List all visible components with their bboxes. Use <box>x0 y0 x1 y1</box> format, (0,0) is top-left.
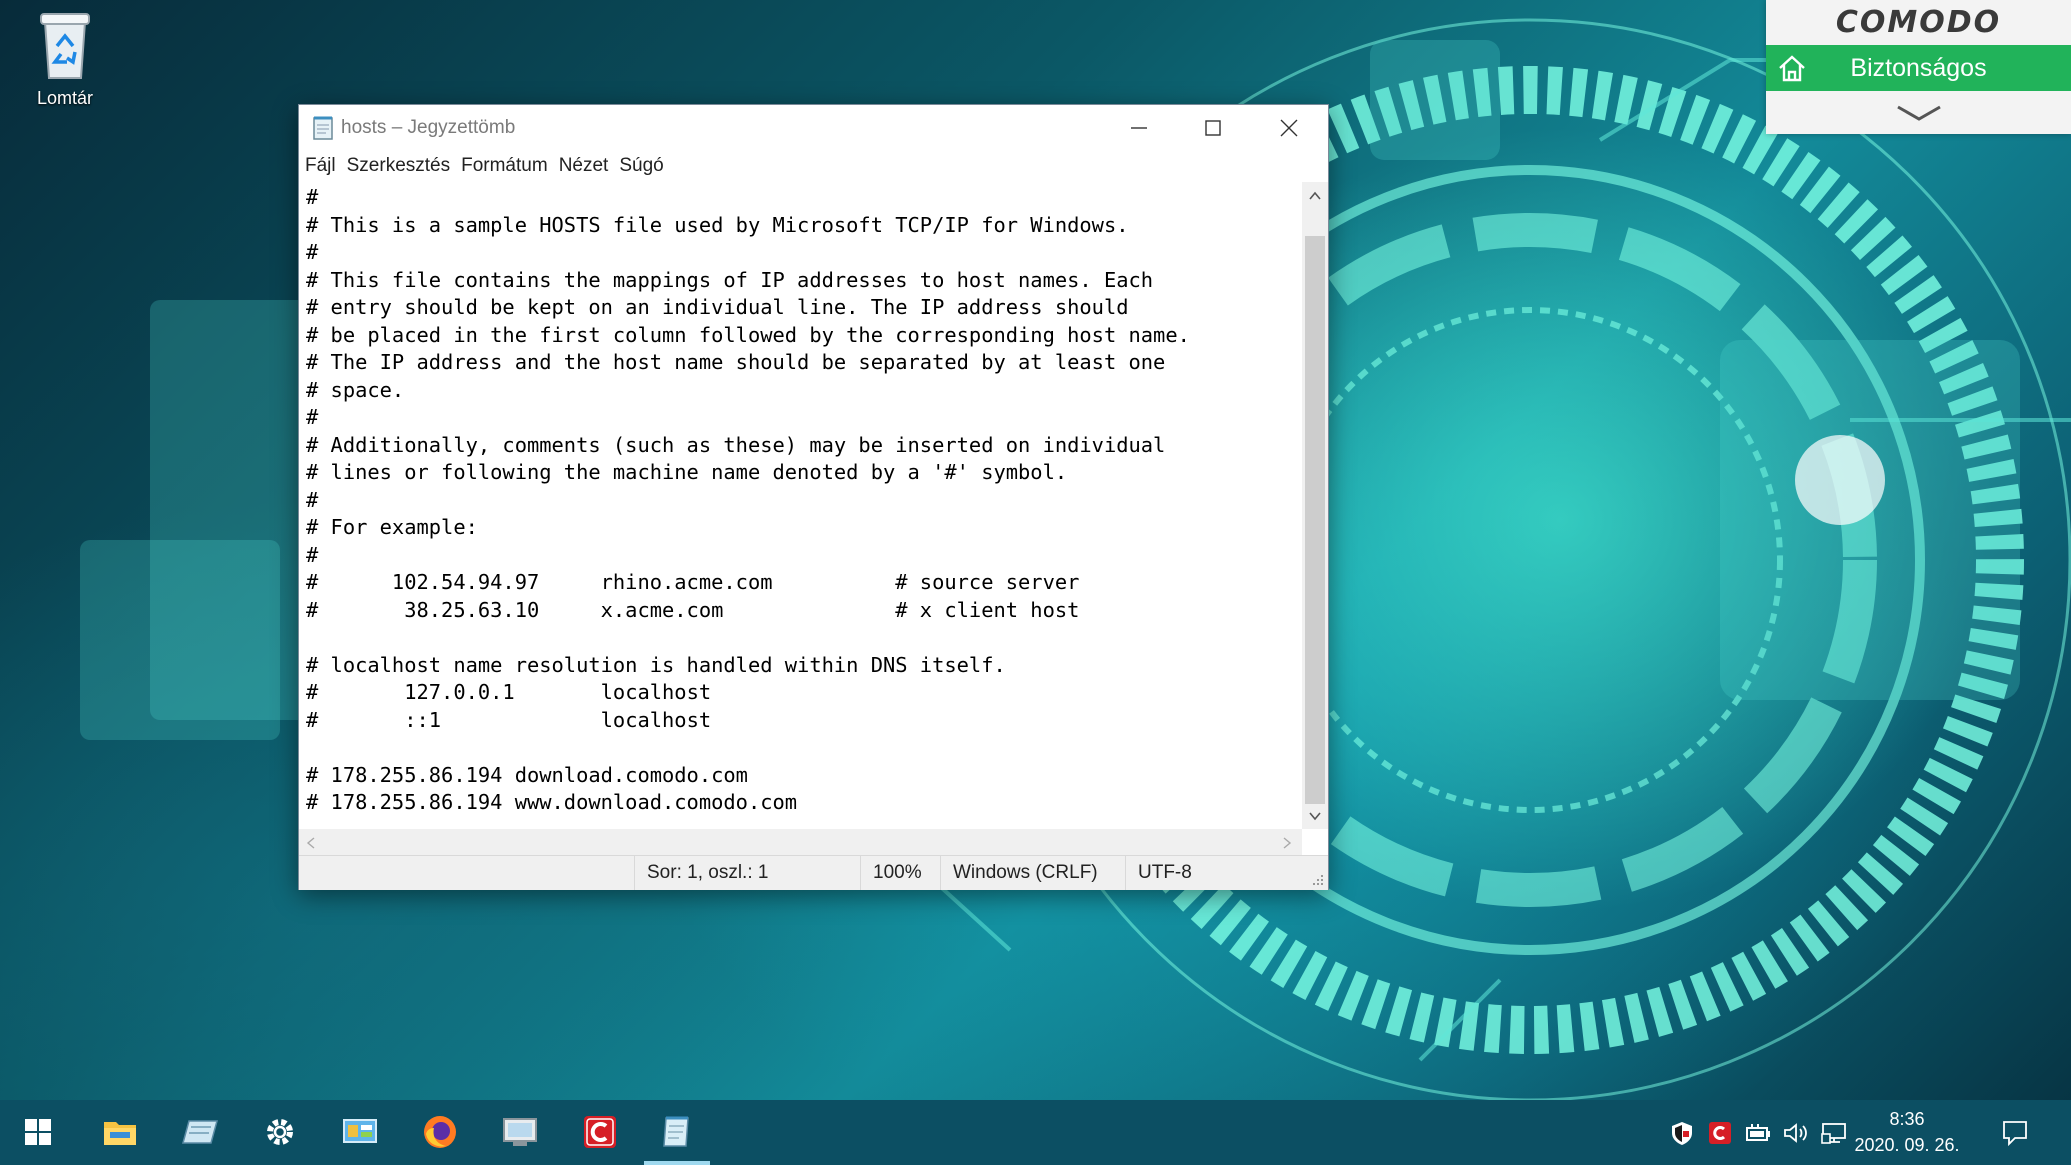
taskbar-file-explorer[interactable] <box>98 1110 142 1154</box>
menu-edit[interactable]: Szerkesztés <box>347 155 450 177</box>
window-title: hosts – Jegyzettömb <box>341 117 516 138</box>
menu-view[interactable]: Nézet <box>559 155 609 177</box>
network-icon <box>1821 1123 1846 1144</box>
comodo-widget[interactable]: COMODO Biztonságos <box>1766 0 2071 134</box>
taskbar-comodo[interactable] <box>578 1110 622 1154</box>
clock-date: 2020. 09. 26. <box>1854 1135 1960 1155</box>
taskbar-notepad-active[interactable] <box>654 1110 698 1154</box>
comodo-tray-icon <box>1709 1122 1731 1144</box>
tray-comodo[interactable] <box>1706 1120 1734 1146</box>
settings-icon <box>267 1119 293 1145</box>
horizontal-scrollbar[interactable] <box>299 829 1302 855</box>
minimize-button[interactable] <box>1102 105 1176 151</box>
notepad-app-icon <box>182 1120 218 1144</box>
firefox-icon <box>424 1116 456 1148</box>
zoom-level: 100% <box>860 856 922 890</box>
volume-icon <box>1784 1123 1807 1143</box>
tray-battery[interactable] <box>1744 1120 1772 1146</box>
security-shield-icon <box>1672 1122 1692 1145</box>
notepad-active-icon <box>663 1116 689 1147</box>
start-button[interactable] <box>16 1110 60 1154</box>
tray-security[interactable] <box>1668 1120 1696 1146</box>
vertical-scrollbar[interactable] <box>1302 182 1328 829</box>
network-app-icon <box>503 1118 537 1146</box>
start-icon <box>25 1119 51 1145</box>
text-editor[interactable]: # # This is a sample HOSTS file used by … <box>299 182 1302 829</box>
taskbar-control-panel[interactable] <box>338 1110 382 1154</box>
file-explorer-icon <box>104 1122 136 1145</box>
recycle-bin[interactable]: Lomtár <box>20 8 110 109</box>
close-button[interactable] <box>1252 105 1326 151</box>
recycle-bin-icon <box>40 13 90 79</box>
line-ending: Windows (CRLF) <box>940 856 1098 890</box>
scroll-right-icon[interactable] <box>1281 836 1293 850</box>
notepad-window[interactable]: hosts – Jegyzettömb Fájl Szerkesztés For… <box>298 104 1329 890</box>
status-bar: Sor: 1, oszl.: 1 100% Windows (CRLF) UTF… <box>299 855 1328 890</box>
tray-network[interactable] <box>1820 1120 1848 1146</box>
taskbar-firefox[interactable] <box>418 1110 462 1154</box>
cursor-position: Sor: 1, oszl.: 1 <box>634 856 768 890</box>
scroll-left-icon[interactable] <box>305 836 317 850</box>
active-app-indicator <box>644 1161 710 1165</box>
menu-bar: Fájl Szerkesztés Formátum Nézet Súgó <box>299 151 1328 181</box>
taskbar-notepad[interactable] <box>178 1110 222 1154</box>
maximize-button[interactable] <box>1176 105 1250 151</box>
encoding: UTF-8 <box>1125 856 1192 890</box>
menu-file[interactable]: Fájl <box>305 155 336 177</box>
scroll-up-icon[interactable] <box>1308 190 1322 202</box>
taskbar-settings[interactable] <box>258 1110 302 1154</box>
comodo-brand: COMODO <box>1835 5 2002 40</box>
comodo-status-text: Biztonságos <box>1850 54 1987 82</box>
comodo-expand-button[interactable] <box>1766 91 2071 134</box>
minimize-icon <box>1131 127 1147 129</box>
home-icon <box>1779 55 1805 82</box>
scroll-down-icon[interactable] <box>1308 810 1322 822</box>
taskbar <box>0 1100 2071 1165</box>
chevron-down-icon <box>1896 105 1941 121</box>
system-clock[interactable]: 8:36 2020. 09. 26. <box>1852 1106 1962 1158</box>
control-panel-icon <box>343 1119 377 1143</box>
close-icon <box>1280 119 1298 137</box>
resize-grip-icon[interactable] <box>1311 873 1325 887</box>
notepad-icon <box>313 116 333 140</box>
taskbar-network-app[interactable] <box>498 1110 542 1154</box>
comodo-status-bar[interactable]: Biztonságos <box>1766 45 2071 91</box>
tray-volume[interactable] <box>1782 1120 1810 1146</box>
menu-help[interactable]: Súgó <box>619 155 663 177</box>
comodo-icon <box>584 1116 616 1148</box>
notifications-icon[interactable] <box>2001 1119 2029 1147</box>
vertical-scroll-thumb[interactable] <box>1305 236 1325 804</box>
battery-icon <box>1746 1124 1770 1141</box>
clock-time: 8:36 <box>1889 1109 1925 1129</box>
title-bar[interactable]: hosts – Jegyzettömb <box>299 105 1328 151</box>
menu-format[interactable]: Formátum <box>461 155 548 177</box>
maximize-icon <box>1205 120 1221 136</box>
recycle-bin-label: Lomtár <box>36 88 94 108</box>
hosts-file-content[interactable]: # # This is a sample HOSTS file used by … <box>299 182 1302 817</box>
